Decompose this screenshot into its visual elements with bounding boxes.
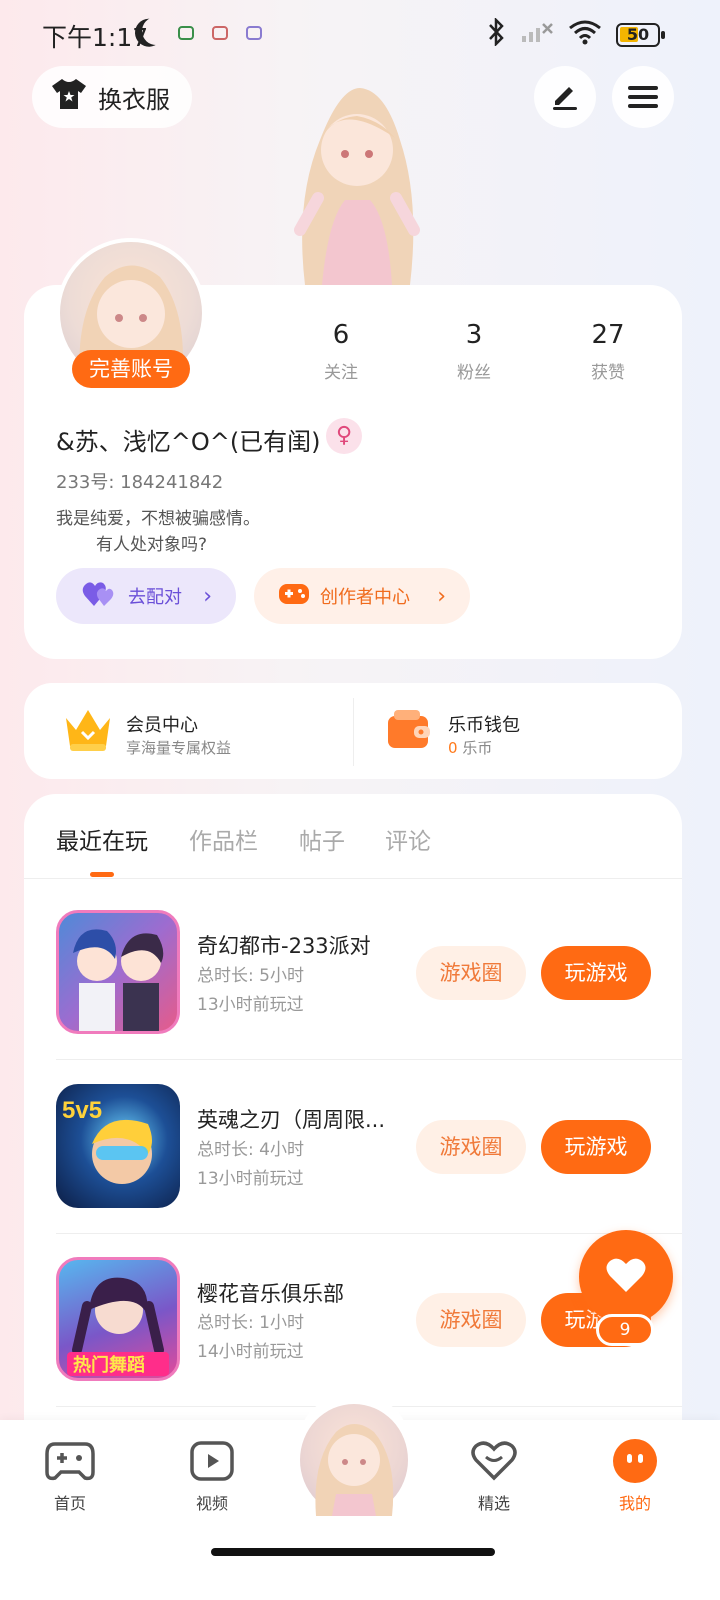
followers-count: 3 <box>465 320 483 350</box>
tab-recent[interactable]: 最近在玩 <box>56 822 148 856</box>
likes-count: 27 <box>591 320 625 350</box>
game-icon[interactable]: 5v5 <box>56 1084 180 1208</box>
gamepad-icon <box>278 580 310 613</box>
divider <box>56 1233 682 1234</box>
hearts-icon <box>82 580 114 613</box>
match-label: 去配对 <box>128 587 182 608</box>
video-icon <box>167 1438 257 1484</box>
status-time: 下午1:17 <box>42 23 149 52</box>
game-title[interactable]: 奇幻都市-233派对 <box>197 930 397 960</box>
bio-line: 我是纯爱，不想被骗感情。 <box>56 509 260 529</box>
signal-icon <box>520 20 554 50</box>
wallet-amount: 0 <box>448 739 458 757</box>
member-center-subtitle: 享海量专属权益 <box>126 739 232 757</box>
game-circle-button[interactable]: 游戏圈 <box>416 1120 526 1174</box>
game-circle-button[interactable]: 游戏圈 <box>416 946 526 1000</box>
avatar-character-image[interactable] <box>250 80 460 285</box>
play-game-button[interactable]: 玩游戏 <box>541 1120 651 1174</box>
chevron-right-icon: › <box>437 583 446 609</box>
divider <box>24 878 682 879</box>
game-title[interactable]: 英魂之刃（周周限... <box>197 1104 397 1134</box>
likes-stat[interactable]: 27 获赞 <box>558 320 658 383</box>
wallet-title[interactable]: 乐币钱包 <box>448 711 520 737</box>
battery-icon: 50 <box>616 23 665 47</box>
nav-video-label: 视频 <box>195 1494 228 1513</box>
wallet-unit: 乐币 <box>462 739 493 757</box>
change-outfit-label: 换衣服 <box>98 85 170 114</box>
nav-video[interactable]: 视频 <box>167 1438 257 1514</box>
favorite-float-button[interactable] <box>579 1230 673 1324</box>
edit-button[interactable] <box>534 66 596 128</box>
gamepad-nav-icon <box>25 1438 115 1484</box>
member-center-title[interactable]: 会员中心 <box>126 711 198 737</box>
followers-label: 粉丝 <box>457 363 491 383</box>
game-title[interactable]: 樱花音乐俱乐部 <box>197 1278 397 1308</box>
nav-featured[interactable]: 精选 <box>449 1438 539 1514</box>
bio: 我是纯爱，不想被骗感情。 有人处对象吗? <box>56 506 260 558</box>
pencil-icon <box>549 79 581 115</box>
nav-home[interactable]: 首页 <box>25 1438 115 1514</box>
game-duration: 总时长: 4小时 <box>197 1140 304 1160</box>
nav-featured-label: 精选 <box>477 1494 510 1513</box>
notification-icon <box>246 26 262 40</box>
divider <box>353 698 354 766</box>
game-meta: 总时长: 5小时 13小时前玩过 <box>197 962 304 1020</box>
followers-stat[interactable]: 3 粉丝 <box>424 320 524 383</box>
following-label: 关注 <box>324 363 358 383</box>
profile-face-icon <box>590 1438 680 1484</box>
wallet-balance: 0 乐币 <box>448 737 492 758</box>
status-icons: 50 <box>486 16 665 52</box>
nav-me-label: 我的 <box>618 1494 651 1513</box>
menu-icon <box>628 81 658 113</box>
center-avatar-image[interactable] <box>300 1404 408 1516</box>
game-duration: 总时长: 5小时 <box>197 966 304 986</box>
complete-account-button[interactable]: 完善账号 <box>72 350 190 388</box>
favorite-count-badge: 9 <box>596 1314 654 1346</box>
change-outfit-button[interactable]: 换衣服 <box>32 66 192 128</box>
bio-line: 有人处对象吗? <box>96 535 208 555</box>
notification-icon <box>212 26 228 40</box>
creator-center-label: 创作者中心 <box>320 587 410 608</box>
game-circle-button[interactable]: 游戏圈 <box>416 1293 526 1347</box>
game-icon[interactable] <box>56 910 180 1034</box>
game-meta: 总时长: 1小时 14小时前玩过 <box>197 1309 304 1367</box>
wifi-icon <box>568 19 602 51</box>
heart-outline-icon <box>449 1438 539 1484</box>
game-last-played: 13小时前玩过 <box>197 1169 304 1189</box>
svg-text:5v5: 5v5 <box>62 1097 102 1124</box>
nav-me[interactable]: 我的 <box>590 1438 680 1514</box>
creator-center-button[interactable]: 创作者中心 › <box>254 568 470 624</box>
tab-indicator <box>90 872 114 877</box>
game-meta: 总时长: 4小时 13小时前玩过 <box>197 1136 304 1194</box>
menu-button[interactable] <box>612 66 674 128</box>
game-duration: 总时长: 1小时 <box>197 1313 304 1333</box>
following-count: 6 <box>332 320 350 350</box>
game-icon[interactable]: 热门舞蹈 <box>56 1257 180 1381</box>
female-icon: ♀ <box>326 418 362 454</box>
chevron-right-icon: › <box>203 583 212 609</box>
tab-posts[interactable]: 帖子 <box>299 822 345 856</box>
play-game-button[interactable]: 玩游戏 <box>541 946 651 1000</box>
following-stat[interactable]: 6 关注 <box>291 320 391 383</box>
likes-label: 获赞 <box>591 363 625 383</box>
wallet-icon[interactable] <box>386 710 432 750</box>
game-last-played: 13小时前玩过 <box>197 995 304 1015</box>
bluetooth-icon <box>486 16 506 52</box>
nav-home-label: 首页 <box>53 1494 86 1513</box>
game-last-played: 14小时前玩过 <box>197 1342 304 1362</box>
tab-works[interactable]: 作品栏 <box>189 822 258 856</box>
shirt-icon <box>50 77 88 117</box>
heart-icon <box>605 1256 647 1298</box>
nickname: &苏、浅忆^O^(已有闺) <box>56 428 321 456</box>
crown-icon[interactable] <box>62 704 114 754</box>
home-indicator[interactable] <box>211 1548 495 1556</box>
user-id: 233号: 184241842 <box>56 472 224 493</box>
divider <box>56 1059 682 1060</box>
tab-comments[interactable]: 评论 <box>385 822 431 856</box>
svg-text:热门舞蹈: 热门舞蹈 <box>73 1354 145 1376</box>
match-button[interactable]: 去配对 › <box>56 568 236 624</box>
notification-icon <box>178 26 194 40</box>
